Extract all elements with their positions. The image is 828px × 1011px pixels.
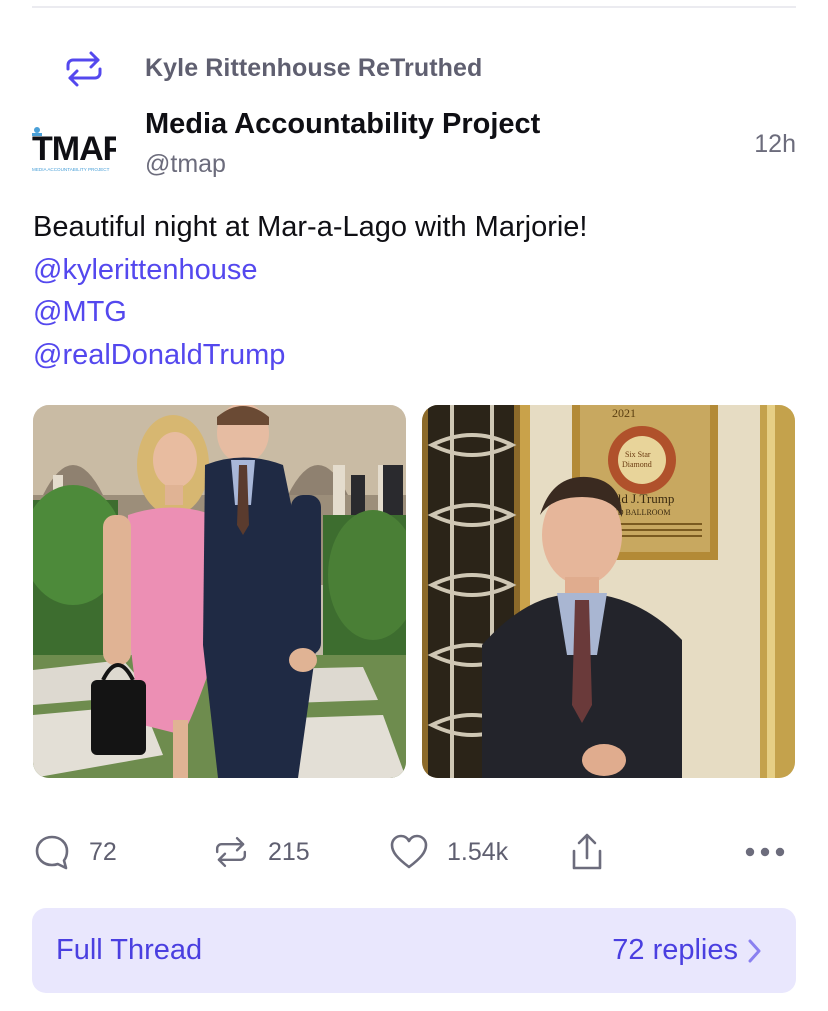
more-options-button[interactable]: [744, 826, 788, 878]
top-divider: [32, 6, 796, 8]
retruth-header: Kyle Rittenhouse ReTruthed: [0, 48, 828, 90]
photo-2[interactable]: 2021 Six Star Diamond ald J.Trump ND BAL…: [422, 405, 795, 778]
replies-count: 72 replies: [612, 934, 738, 966]
share-button[interactable]: [569, 826, 605, 878]
mention-link[interactable]: @MTG: [33, 291, 793, 334]
avatar[interactable]: TMAP MEDIA ACCOUNTABILITY PROJECT: [30, 118, 126, 176]
post-author-row: TMAP MEDIA ACCOUNTABILITY PROJECT Media …: [0, 104, 828, 186]
author-name[interactable]: Media Accountability Project: [145, 108, 540, 141]
like-count: 1.54k: [447, 837, 509, 866]
avatar-logo-subtext: MEDIA ACCOUNTABILITY PROJECT: [32, 167, 110, 172]
reply-button[interactable]: 72: [33, 826, 117, 878]
author-handle[interactable]: @tmap: [145, 150, 226, 179]
full-thread-button[interactable]: Full Thread 72 replies: [32, 908, 796, 993]
plaque-seal-text: Diamond: [622, 460, 652, 469]
post-timestamp[interactable]: 12h: [754, 130, 796, 159]
retruth-icon: [62, 48, 106, 90]
plaque-year: 2021: [612, 406, 636, 420]
retruth-label[interactable]: Kyle Rittenhouse ReTruthed: [145, 54, 482, 83]
reply-bubble-icon: [33, 833, 71, 871]
full-thread-label: Full Thread: [56, 934, 203, 966]
reply-count: 72: [89, 837, 117, 866]
chevron-right-icon: [748, 938, 762, 969]
retruth-button[interactable]: 215: [212, 826, 310, 878]
mention-link[interactable]: @kylerittenhouse: [33, 249, 793, 292]
retruth-icon: [212, 833, 250, 871]
more-dots-icon: [744, 846, 788, 858]
plaque-name: ald J.Trump: [612, 491, 674, 506]
share-icon: [569, 832, 605, 872]
avatar-logo-bar: [32, 133, 42, 136]
mention-link[interactable]: @realDonaldTrump: [33, 334, 793, 377]
heart-icon: [389, 833, 429, 871]
plaque-seal-text: Six Star: [625, 450, 651, 459]
media-gallery: 2021 Six Star Diamond ald J.Trump ND BAL…: [33, 405, 796, 778]
avatar-logo-text: TMAP: [32, 130, 116, 168]
like-button[interactable]: 1.54k: [389, 826, 508, 878]
post-text: Beautiful night at Mar-a-Lago with Marjo…: [33, 211, 588, 243]
post-actions: 72 215 1.54k: [0, 826, 828, 878]
avatar-logo-dot: [34, 127, 40, 133]
retruth-count: 215: [268, 837, 310, 866]
photo-1[interactable]: [33, 405, 406, 778]
post-body: Beautiful night at Mar-a-Lago with Marjo…: [33, 206, 793, 376]
